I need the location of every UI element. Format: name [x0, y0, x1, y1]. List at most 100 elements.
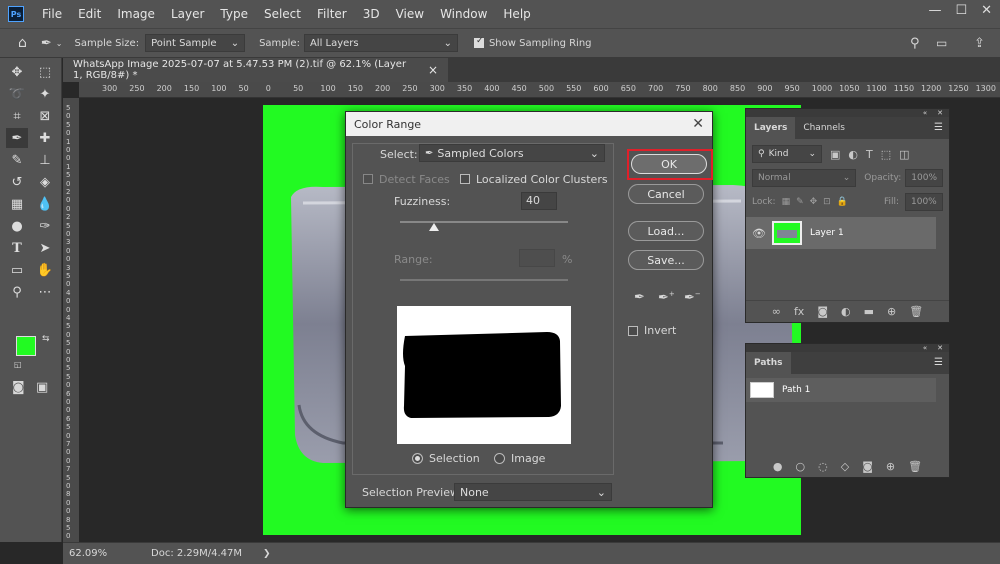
panel-menu-icon[interactable]: ☰ — [928, 117, 949, 139]
eraser-tool-icon[interactable]: ◈ — [34, 172, 56, 192]
dodge-tool-icon[interactable]: ● — [6, 216, 28, 236]
healing-brush-tool-icon[interactable]: ✚ — [34, 128, 56, 148]
type-tool-icon[interactable]: T — [6, 238, 28, 258]
fill-input[interactable]: 100% — [905, 193, 943, 211]
tab-channels[interactable]: Channels — [795, 117, 853, 139]
swap-colors-icon[interactable]: ⇆ — [42, 334, 50, 344]
stamp-tool-icon[interactable]: ⊥ — [34, 150, 56, 170]
blend-mode-select[interactable]: Normal ⌄ — [752, 169, 857, 187]
close-panel-icon[interactable]: ✕ — [937, 109, 943, 117]
add-mask-icon[interactable]: ◙ — [817, 305, 828, 318]
chevron-down-icon[interactable]: ⌄ — [56, 39, 63, 48]
workspace-icon[interactable]: ▭ — [936, 36, 947, 50]
save-button[interactable]: Save... — [628, 250, 704, 270]
home-icon[interactable]: ⌂ — [18, 35, 27, 51]
fx-icon[interactable]: fx — [794, 305, 804, 318]
sample-select[interactable]: All Layers ⌄ — [303, 34, 458, 52]
adjustment-layer-icon[interactable]: ◐ — [841, 305, 851, 318]
menu-3d[interactable]: 3D — [355, 7, 388, 21]
new-group-icon[interactable]: ▬ — [864, 305, 874, 318]
close-tab-icon[interactable]: × — [428, 63, 438, 77]
path-selection-tool-icon[interactable]: ➤ — [34, 238, 56, 258]
localized-clusters-checkbox[interactable] — [460, 174, 470, 184]
hand-tool-icon[interactable]: ✋ — [34, 260, 56, 280]
close-panel-icon[interactable]: ✕ — [937, 344, 943, 352]
more-tools-icon[interactable]: ⋯ — [34, 282, 56, 302]
move-tool-icon[interactable]: ✥ — [6, 62, 28, 82]
close-window-button[interactable]: ✕ — [981, 3, 992, 18]
status-menu-arrow[interactable]: ❯ — [263, 549, 271, 559]
eyedropper-tool-icon[interactable]: ✒ — [41, 36, 52, 51]
lock-all-icon[interactable]: 🔒 — [837, 197, 848, 207]
delete-layer-icon[interactable]: 🗑 — [909, 305, 923, 318]
make-work-path-icon[interactable]: ◇ — [841, 460, 849, 473]
cancel-button[interactable]: Cancel — [628, 184, 704, 204]
tab-layers[interactable]: Layers — [746, 117, 796, 139]
close-icon[interactable]: ✕ — [692, 116, 704, 132]
lasso-tool-icon[interactable]: ➰ — [6, 84, 28, 104]
ok-button[interactable]: OK — [631, 154, 707, 174]
menu-file[interactable]: File — [34, 7, 70, 21]
load-button[interactable]: Load... — [628, 221, 704, 241]
eyedropper-plus-icon[interactable]: ✒+ — [658, 290, 675, 305]
path-name[interactable]: Path 1 — [782, 385, 810, 395]
pixel-filter-icon[interactable]: ▣ — [830, 148, 840, 161]
zoom-tool-icon[interactable]: ⚲ — [6, 282, 28, 302]
fuzziness-slider-track[interactable] — [400, 221, 568, 223]
lock-image-icon[interactable]: ✎ — [796, 197, 804, 207]
stroke-path-icon[interactable]: ○ — [796, 460, 806, 473]
load-selection-icon[interactable]: ◌ — [818, 460, 828, 473]
fill-path-icon[interactable]: ● — [773, 460, 783, 473]
fuzziness-input[interactable]: 40 — [521, 192, 557, 210]
collapse-panel-icon[interactable]: « — [923, 344, 927, 352]
eyedropper-icon[interactable]: ✒ — [634, 290, 645, 305]
menu-type[interactable]: Type — [212, 7, 256, 21]
history-brush-tool-icon[interactable]: ↺ — [6, 172, 28, 192]
menu-help[interactable]: Help — [495, 7, 538, 21]
menu-edit[interactable]: Edit — [70, 7, 109, 21]
foreground-color-swatch[interactable] — [16, 336, 36, 356]
new-layer-icon[interactable]: ⊕ — [887, 305, 896, 318]
delete-path-icon[interactable]: 🗑 — [908, 460, 922, 473]
invert-checkbox[interactable] — [628, 326, 638, 336]
selection-preview-select[interactable]: None ⌄ — [454, 483, 612, 501]
magic-wand-tool-icon[interactable]: ✦ — [34, 84, 56, 104]
eyedropper-minus-icon[interactable]: ✒− — [684, 290, 701, 305]
menu-window[interactable]: Window — [432, 7, 495, 21]
eyedropper-tool-icon[interactable]: ✒ — [6, 128, 28, 148]
screen-mode-icon[interactable]: ▣ — [36, 380, 48, 395]
range-slider-track[interactable] — [400, 279, 568, 281]
sample-size-select[interactable]: Point Sample ⌄ — [145, 34, 246, 52]
fuzziness-slider-thumb[interactable] — [428, 223, 439, 231]
pen-tool-icon[interactable]: ✑ — [34, 216, 56, 236]
detect-faces-checkbox[interactable] — [363, 174, 373, 184]
select-dropdown[interactable]: ✒ Sampled Colors ⌄ — [419, 144, 605, 162]
quick-mask-icon[interactable]: ◙ — [12, 380, 25, 395]
menu-select[interactable]: Select — [256, 7, 309, 21]
kind-filter-select[interactable]: ⚲ Kind ⌄ — [752, 145, 822, 163]
document-tab[interactable]: WhatsApp Image 2025-07-07 at 5.47.53 PM … — [63, 58, 448, 82]
adjustment-filter-icon[interactable]: ◐ — [848, 148, 858, 161]
lock-transparent-icon[interactable]: ▦ — [782, 197, 791, 207]
path-row[interactable]: Path 1 — [746, 378, 936, 402]
crop-tool-icon[interactable]: ⌗ — [6, 106, 28, 126]
radio-selection[interactable] — [412, 453, 423, 464]
search-icon[interactable]: ⚲ — [910, 36, 920, 51]
radio-image[interactable] — [494, 453, 505, 464]
menu-filter[interactable]: Filter — [309, 7, 355, 21]
type-filter-icon[interactable]: T — [866, 148, 873, 161]
visibility-eye-icon[interactable]: 👁 — [746, 227, 772, 240]
smart-object-filter-icon[interactable]: ◫ — [899, 148, 909, 161]
new-path-icon[interactable]: ⊕ — [886, 460, 895, 473]
menu-layer[interactable]: Layer — [163, 7, 212, 21]
link-layers-icon[interactable]: ∞ — [772, 305, 781, 318]
gradient-tool-icon[interactable]: ▦ — [6, 194, 28, 214]
zoom-level[interactable]: 62.09% — [69, 548, 139, 559]
layer-row[interactable]: 👁 Layer 1 — [746, 217, 936, 249]
lock-artboard-icon[interactable]: ⊡ — [823, 197, 831, 207]
brush-tool-icon[interactable]: ✎ — [6, 150, 28, 170]
panel-menu-icon[interactable]: ☰ — [928, 352, 949, 374]
lock-position-icon[interactable]: ✥ — [810, 197, 818, 207]
collapse-panel-icon[interactable]: « — [923, 109, 927, 117]
opacity-input[interactable]: 100% — [905, 169, 943, 187]
